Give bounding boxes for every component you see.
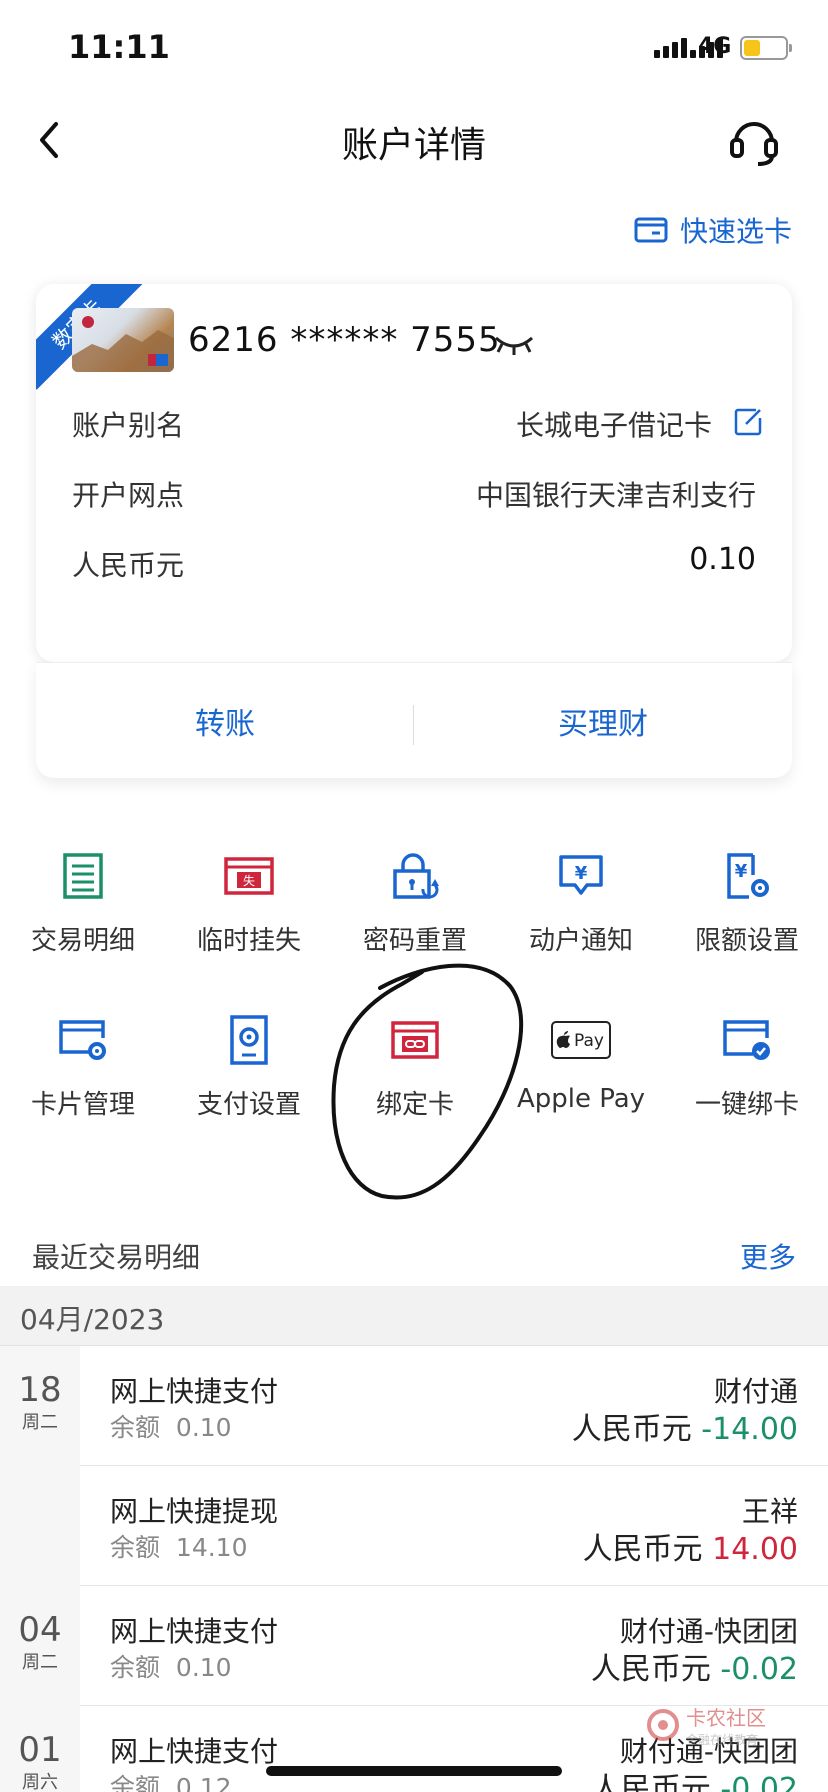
buy-wealth-button[interactable]: 买理财 (414, 663, 792, 779)
transaction-amount: 人民币元 -0.02 (590, 1652, 798, 1687)
home-indicator[interactable] (266, 1766, 562, 1776)
card-actions: 转账 买理财 (36, 662, 792, 778)
card-bind-icon (723, 1020, 770, 1060)
account-alert-button[interactable]: ¥ 动户通知 (498, 846, 664, 957)
transaction-amount: 人民币元 -0.02 (590, 1772, 798, 1792)
headset-icon (730, 122, 778, 166)
apple-pay-icon: Pay (551, 1021, 611, 1059)
branch-value: 中国银行天津吉利支行 (475, 479, 756, 512)
eye-closed-icon (495, 336, 533, 355)
card-icon (634, 217, 668, 243)
battery-icon (740, 36, 792, 60)
list-icon (63, 853, 103, 899)
transaction-balance: 余额 0.10 (110, 1413, 232, 1442)
weekday: 周二 (22, 1652, 58, 1673)
network-type: 4G (698, 34, 732, 59)
status-time: 11:11 (68, 28, 170, 66)
balance-value: 0.10 (689, 542, 756, 577)
lost-card-icon: 失 (224, 857, 274, 895)
customer-service-button[interactable] (726, 112, 782, 168)
month-header: 04月/2023 (0, 1286, 828, 1346)
month-label: 04月/2023 (20, 1303, 165, 1336)
account-card: 数字卡 6216 ****** 7555 账户别名 长城电子借记卡 开户网点 中… (36, 284, 792, 662)
transaction-name: 网上快捷支付 (110, 1375, 279, 1408)
lock-reset-icon (393, 853, 439, 899)
card-number: 6216 ****** 7555 (188, 320, 501, 360)
apple-pay-icon-text: Pay (574, 1031, 604, 1051)
svg-text:¥: ¥ (735, 861, 748, 882)
day-marker: 18 周二 (0, 1370, 80, 1434)
grid-label: 限额设置 (694, 926, 799, 956)
grid-label: 动户通知 (528, 926, 633, 956)
svg-text:失: 失 (243, 873, 255, 888)
password-reset-button[interactable]: 密码重置 (332, 846, 498, 957)
transaction-amount: 人民币元 14.00 (582, 1532, 798, 1567)
grid-label: 交易明细 (30, 926, 135, 956)
yuan-gear-icon: ¥ (727, 853, 769, 899)
limit-settings-button[interactable]: ¥ 限额设置 (664, 846, 828, 957)
pay-settings-icon (230, 1015, 268, 1065)
page-title: 账户详情 (341, 125, 486, 166)
edit-icon (734, 408, 762, 436)
transaction-balance: 余额 0.12 (110, 1773, 232, 1792)
day-marker: 04 周二 (0, 1610, 80, 1674)
quick-select-card-button[interactable]: 快速选卡 (634, 210, 792, 250)
payment-settings-button[interactable]: 支付设置 (166, 1010, 332, 1121)
day-number: 01 (18, 1730, 62, 1770)
grid-label: 支付设置 (196, 1090, 301, 1120)
toggle-visibility-button[interactable] (492, 330, 536, 362)
alias-label: 账户别名 (72, 409, 185, 442)
transaction-name: 网上快捷支付 (110, 1615, 279, 1648)
transaction-detail-button[interactable]: 交易明细 (0, 846, 166, 957)
transaction-amount: 人民币元 -14.00 (571, 1412, 798, 1447)
alias-value: 长城电子借记卡 (515, 409, 712, 442)
edit-alias-button[interactable] (732, 406, 764, 442)
grid-label: 卡片管理 (30, 1090, 135, 1120)
branch-label: 开户网点 (72, 479, 185, 512)
transaction-name: 网上快捷提现 (110, 1495, 279, 1528)
day-number: 04 (18, 1610, 62, 1650)
annotation-circle (331, 963, 524, 1200)
transaction-name: 网上快捷支付 (110, 1735, 279, 1768)
watermark-title: 卡农社区 (686, 1706, 766, 1730)
card-management-button[interactable]: 卡片管理 (0, 1010, 166, 1121)
watermark-logo-icon (647, 1709, 679, 1741)
recent-transactions-title: 最近交易明细 (32, 1241, 201, 1274)
day-number: 18 (18, 1370, 62, 1410)
more-link[interactable]: 更多 (740, 1236, 796, 1276)
weekday: 周二 (22, 1412, 58, 1433)
grid-label: 临时挂失 (196, 926, 301, 956)
card-gear-icon (59, 1020, 106, 1060)
watermark-subtitle: 金融在线教育 (686, 1733, 759, 1747)
day-marker: 01 周六 (0, 1730, 80, 1792)
transaction-row[interactable]: 网上快捷提现 余额 14.10 王祥 人民币元 14.00 (80, 1466, 828, 1586)
one-click-bind-button[interactable]: 一键绑卡 (664, 1010, 828, 1121)
watermark: 卡农社区 金融在线教育 (646, 1702, 766, 1748)
transaction-balance: 余额 14.10 (110, 1533, 248, 1562)
message-yuan-icon: ¥ (559, 855, 603, 895)
grid-label: 一键绑卡 (694, 1090, 799, 1120)
transaction-row[interactable]: 网上快捷支付 余额 0.10 财付通-快团团 人民币元 -0.02 (80, 1586, 828, 1706)
weekday: 周六 (22, 1772, 58, 1792)
card-thumbnail (72, 308, 174, 372)
transaction-row[interactable]: 网上快捷支付 余额 0.10 财付通 人民币元 -14.00 (80, 1346, 828, 1466)
quick-select-label: 快速选卡 (679, 215, 792, 248)
currency-label: 人民币元 (72, 549, 185, 582)
report-lost-button[interactable]: 失 临时挂失 (166, 846, 332, 957)
transaction-balance: 余额 0.10 (110, 1653, 232, 1682)
svg-text:¥: ¥ (575, 863, 588, 884)
transfer-button[interactable]: 转账 (36, 663, 414, 779)
grid-label: 密码重置 (362, 926, 467, 956)
